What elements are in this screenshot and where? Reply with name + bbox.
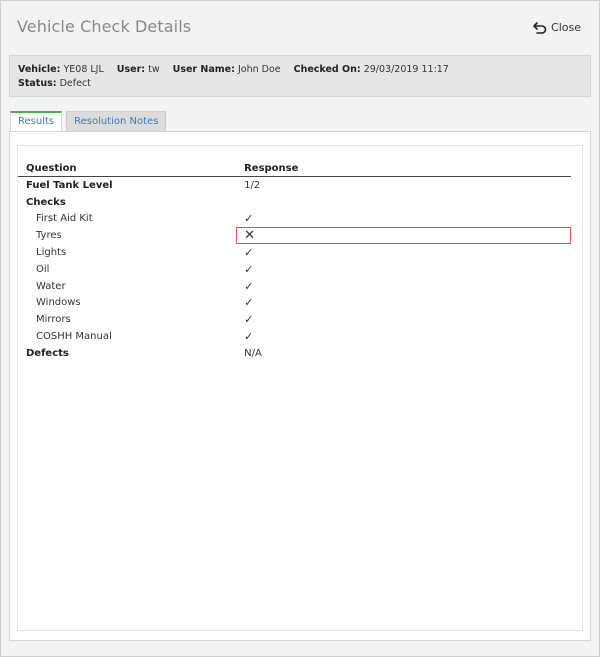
table-row: Oil ✓	[18, 261, 571, 278]
table-row: COSHH Manual ✓	[18, 328, 571, 345]
dialog-title: Vehicle Check Details	[17, 17, 192, 36]
status-badge: Defect	[59, 78, 91, 89]
undo-arrow-icon	[533, 21, 547, 34]
close-label: Close	[551, 21, 581, 34]
table-row: Fuel Tank Level 1/2	[18, 177, 571, 194]
table-row: First Aid Kit ✓	[18, 211, 571, 228]
table-row: Lights ✓	[18, 244, 571, 261]
check-mark-icon: ✓	[244, 246, 254, 260]
user-label: User:	[116, 64, 146, 75]
vehicle-info-panel: Vehicle: YE08 LJL User: tw User Name: Jo…	[9, 55, 591, 97]
response-cell: ✓	[236, 278, 571, 295]
checked-on-label: Checked On:	[293, 64, 361, 75]
response-cell: 1/2	[244, 179, 261, 191]
question-cell: Mirrors	[36, 314, 71, 326]
status-info: Status: Defect	[18, 77, 91, 91]
question-cell: Fuel Tank Level	[26, 179, 113, 191]
user-name-label: User Name:	[172, 64, 235, 75]
response-cell: ✓	[236, 211, 571, 228]
table-row: Checks	[18, 194, 571, 211]
tab-resolution-notes[interactable]: Resolution Notes	[66, 111, 167, 131]
response-cell: ✓	[236, 261, 571, 278]
checked-on-value: 29/03/2019 11:17	[363, 64, 449, 75]
vehicle-info: Vehicle: YE08 LJL	[18, 63, 104, 77]
check-mark-icon: ✓	[244, 313, 254, 327]
close-button[interactable]: Close	[533, 21, 581, 34]
user-value: tw	[148, 64, 160, 75]
table-row: Windows ✓	[18, 295, 571, 312]
question-cell: Lights	[36, 247, 67, 259]
question-cell: Defects	[26, 347, 69, 359]
vehicle-check-dialog: Vehicle Check Details Close Vehicle: YE0…	[0, 0, 600, 657]
status-label: Status:	[18, 78, 57, 89]
user-name-value: John Doe	[237, 64, 281, 75]
question-column-header: Question	[18, 160, 237, 177]
tab-content: Question Response Fuel Tank Level 1/2 Ch…	[9, 131, 591, 641]
tab-bar: Results Resolution Notes	[10, 111, 167, 132]
response-cell: N/A	[244, 347, 262, 359]
question-cell: Checks	[26, 196, 66, 208]
question-cell: Tyres	[36, 230, 62, 242]
table-header-row: Question Response	[18, 160, 571, 177]
checked-on-info: Checked On: 29/03/2019 11:17	[294, 63, 449, 77]
cross-mark-icon: ✕	[244, 228, 255, 244]
results-table: Question Response Fuel Tank Level 1/2 Ch…	[18, 160, 571, 362]
response-cell: ✓	[236, 295, 571, 312]
question-cell: Oil	[36, 263, 50, 275]
question-cell: First Aid Kit	[36, 213, 93, 225]
question-cell: COSHH Manual	[36, 331, 112, 343]
response-cell-defect: ✕	[236, 227, 571, 245]
table-row-defect: Tyres ✕	[18, 227, 571, 245]
response-column-header: Response	[236, 160, 571, 177]
response-cell	[236, 194, 571, 211]
response-cell: ✓	[236, 244, 571, 261]
table-row: Water ✓	[18, 278, 571, 295]
check-mark-icon: ✓	[244, 212, 254, 226]
response-cell: ✓	[236, 328, 571, 345]
table-row: Mirrors ✓	[18, 311, 571, 328]
tab-results[interactable]: Results	[10, 111, 63, 132]
table-row: Defects N/A	[18, 345, 571, 362]
user-info: User: tw	[117, 63, 160, 77]
vehicle-label: Vehicle:	[18, 64, 61, 75]
response-cell: ✓	[236, 311, 571, 328]
check-mark-icon: ✓	[244, 330, 254, 344]
question-cell: Water	[36, 280, 66, 292]
vehicle-value: YE08 LJL	[63, 64, 104, 75]
check-mark-icon: ✓	[244, 296, 254, 310]
question-cell: Windows	[36, 297, 81, 309]
user-name-info: User Name: John Doe	[173, 63, 281, 77]
check-mark-icon: ✓	[244, 279, 254, 293]
check-mark-icon: ✓	[244, 262, 254, 276]
